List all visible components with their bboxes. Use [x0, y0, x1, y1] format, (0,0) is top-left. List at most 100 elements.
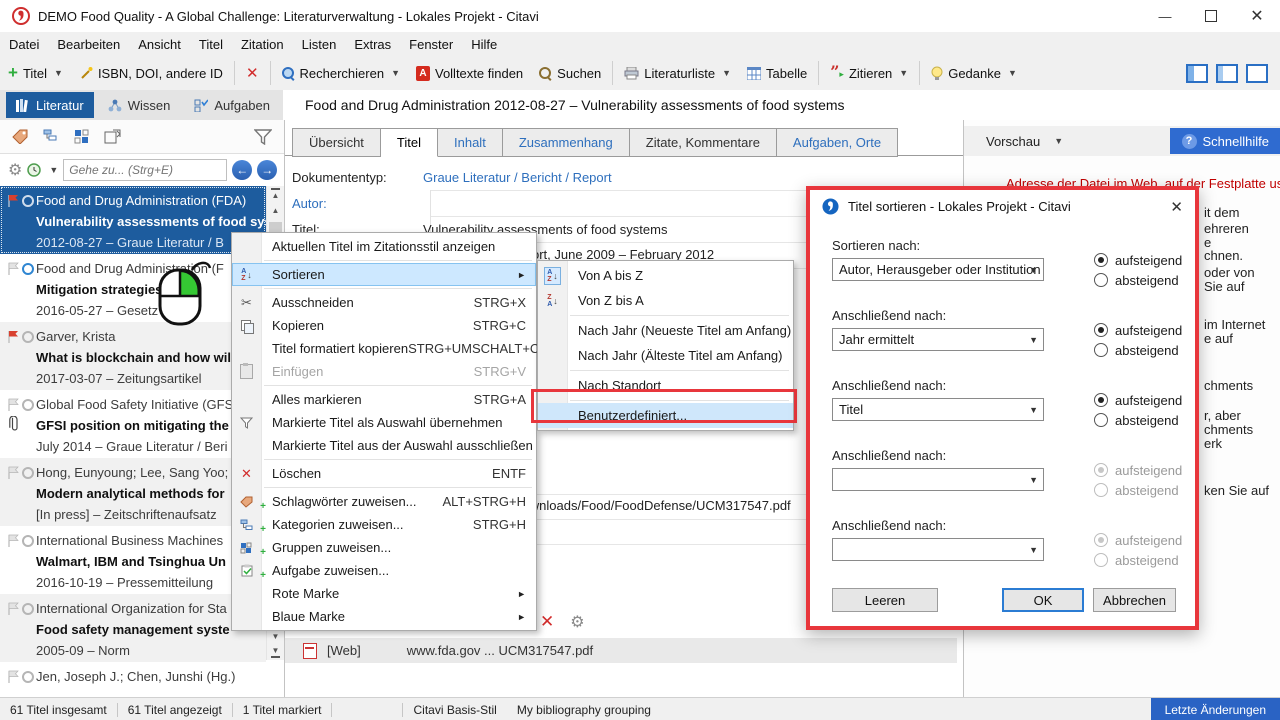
field-label-autor[interactable]: Autor: [292, 196, 415, 211]
forward-button[interactable]: → [257, 160, 277, 180]
back-button[interactable]: ← [232, 160, 252, 180]
menu-item-schlagwoerter[interactable]: Schlagwörter zuweisen...ALT+STRG+H [232, 490, 536, 513]
menu-bearbeiten[interactable]: Bearbeiten [48, 37, 129, 52]
menu-item-sortieren[interactable]: AZ↓ Sortieren ► [232, 263, 536, 286]
close-button[interactable]: ✕ [1234, 0, 1280, 32]
circle-mark-icon[interactable] [22, 331, 34, 343]
menu-item-kopieren[interactable]: KopierenSTRG+C [232, 314, 536, 337]
add-title-button[interactable]: + Titel▼ [0, 59, 71, 87]
list-item[interactable]: Jen, Joseph J.; Chen, Junshi (Hg.) [0, 662, 284, 690]
literaturliste-button[interactable]: Literaturliste▼ [616, 59, 739, 87]
tab-inhalt[interactable]: Inhalt [438, 128, 503, 157]
label-tag-icon[interactable] [12, 129, 29, 144]
cancel-button[interactable]: Abbrechen [1093, 588, 1176, 612]
menu-item-kategorien[interactable]: Kategorien zuweisen...STRG+H [232, 513, 536, 536]
flag-gray-icon[interactable] [7, 398, 19, 411]
ok-button[interactable]: OK [1002, 588, 1084, 612]
tab-zusammenhang[interactable]: Zusammenhang [503, 128, 630, 157]
list-item[interactable]: International Organization for Sta Food … [0, 594, 266, 662]
clear-button[interactable]: Leeren [832, 588, 938, 612]
zitieren-button[interactable]: ”▸ Zitieren▼ [822, 59, 916, 87]
chevron-down-icon[interactable]: ▼ [49, 165, 58, 175]
sort-by-combo[interactable]: Autor, Herausgeber oder Institution▼ [832, 258, 1044, 281]
radio-aufsteigend[interactable]: aufsteigend [1094, 250, 1182, 270]
radio-absteigend[interactable]: absteigend [1094, 410, 1182, 430]
tab-wissen[interactable]: Wissen [98, 92, 181, 118]
menu-item-rote-marke[interactable]: Rote Marke ► [232, 582, 536, 605]
remove-attachment-icon[interactable]: ✕ [540, 612, 554, 632]
attachment-row[interactable]: [Web] www.fda.gov ... UCM317547.pdf [285, 638, 957, 663]
flag-red-icon[interactable] [7, 330, 19, 343]
menu-item-gruppen[interactable]: Gruppen zuweisen... [232, 536, 536, 559]
isbn-doi-button[interactable]: ISBN, DOI, andere ID [71, 59, 231, 87]
circle-mark-icon[interactable] [22, 263, 34, 275]
then-by-combo-2[interactable]: Titel▼ [832, 398, 1044, 421]
gear-icon[interactable]: ⚙ [570, 612, 584, 632]
list-item[interactable]: International Business Machines Walmart,… [0, 526, 266, 594]
groups-icon[interactable] [74, 129, 90, 144]
status-citation-style[interactable]: Citavi Basis-Stil [403, 703, 506, 717]
menu-ansicht[interactable]: Ansicht [129, 37, 190, 52]
quick-help-button[interactable]: ? Schnellhilfe [1170, 128, 1280, 154]
menu-hilfe[interactable]: Hilfe [462, 37, 506, 52]
flag-gray-icon[interactable] [7, 534, 19, 547]
list-item[interactable]: Food and Drug Administration (F Mitigati… [0, 254, 266, 322]
circle-mark-icon[interactable] [22, 195, 34, 207]
tab-aufgaben[interactable]: Aufgaben [184, 92, 280, 118]
tab-titel[interactable]: Titel [381, 128, 438, 157]
flag-gray-icon[interactable] [7, 466, 19, 479]
menu-item-blaue-marke[interactable]: Blaue Marke ► [232, 605, 536, 628]
list-item[interactable]: Global Food Safety Initiative (GFS GFSI … [0, 390, 266, 458]
menu-item-aufgabe[interactable]: Aufgabe zuweisen... [232, 559, 536, 582]
menu-item-alles-markieren[interactable]: Alles markierenSTRG+A [232, 388, 536, 411]
gedanke-button[interactable]: Gedanke▼ [923, 59, 1025, 87]
menu-item-formatiert-kopieren[interactable]: Titel formatiert kopierenSTRG+UMSCHALT+C [232, 337, 536, 360]
doc-type-link[interactable]: Graue Literatur / Bericht / Report [415, 170, 956, 185]
menu-titel[interactable]: Titel [190, 37, 232, 52]
volltexte-button[interactable]: A Volltexte finden [408, 59, 531, 87]
filter-funnel-icon[interactable] [254, 129, 272, 145]
then-by-combo-3[interactable]: ▼ [832, 468, 1044, 491]
circle-mark-icon[interactable] [22, 603, 34, 615]
submenu-item-von-z-bis-a[interactable]: ZA↓ Von Z bis A [538, 288, 793, 313]
circle-mark-icon[interactable] [22, 467, 34, 479]
suchen-button[interactable]: Suchen [531, 59, 609, 87]
delete-title-button[interactable]: ✕ [238, 59, 267, 87]
minimize-button[interactable]: — [1142, 0, 1188, 32]
radio-aufsteigend[interactable]: aufsteigend [1094, 390, 1182, 410]
tabelle-button[interactable]: Tabelle [739, 59, 815, 87]
goto-input[interactable] [63, 159, 227, 181]
list-item[interactable]: Garver, Krista What is blockchain and ho… [0, 322, 266, 390]
flag-gray-icon[interactable] [7, 602, 19, 615]
chevron-down-icon[interactable]: ▼ [1054, 136, 1063, 146]
scroll-to-top-button[interactable]: ▲ [267, 186, 284, 202]
gear-icon[interactable]: ⚙ [8, 160, 22, 180]
menu-item-auswahl-uebernehmen[interactable]: Markierte Titel als Auswahl übernehmen [232, 411, 536, 434]
flag-red-icon[interactable] [7, 194, 19, 207]
flag-gray-icon[interactable] [7, 262, 19, 275]
circle-mark-icon[interactable] [22, 535, 34, 547]
last-changes-button[interactable]: Letzte Änderungen [1151, 698, 1280, 720]
menu-zitation[interactable]: Zitation [232, 37, 293, 52]
radio-aufsteigend[interactable]: aufsteigend [1094, 320, 1182, 340]
history-clock-icon[interactable] [27, 162, 42, 177]
circle-mark-icon[interactable] [22, 399, 34, 411]
radio-absteigend[interactable]: absteigend [1094, 340, 1182, 360]
attachment-url[interactable]: www.fda.gov ... UCM317547.pdf [407, 643, 593, 658]
menu-listen[interactable]: Listen [293, 37, 346, 52]
radio-absteigend[interactable]: absteigend [1094, 270, 1182, 290]
status-grouping[interactable]: My bibliography grouping [507, 703, 661, 717]
then-by-combo-1[interactable]: Jahr ermittelt▼ [832, 328, 1044, 351]
tab-uebersicht[interactable]: Übersicht [292, 128, 381, 157]
menu-fenster[interactable]: Fenster [400, 37, 462, 52]
circle-mark-icon[interactable] [22, 671, 34, 683]
scroll-to-bottom-button[interactable]: ▼ [267, 644, 284, 660]
dialog-close-icon[interactable]: ✕ [1170, 198, 1183, 216]
layout-pane-icon[interactable] [1186, 64, 1208, 83]
tab-zitate-kommentare[interactable]: Zitate, Kommentare [630, 128, 777, 157]
tab-aufgaben-orte[interactable]: Aufgaben, Orte [777, 128, 898, 157]
maximize-button[interactable] [1188, 0, 1234, 32]
list-item[interactable]: Food and Drug Administration (FDA) Vulne… [0, 186, 266, 254]
menu-item-auswahl-ausschliessen[interactable]: Markierte Titel aus der Auswahl ausschli… [232, 434, 536, 457]
layout-pane-icon[interactable] [1246, 64, 1268, 83]
